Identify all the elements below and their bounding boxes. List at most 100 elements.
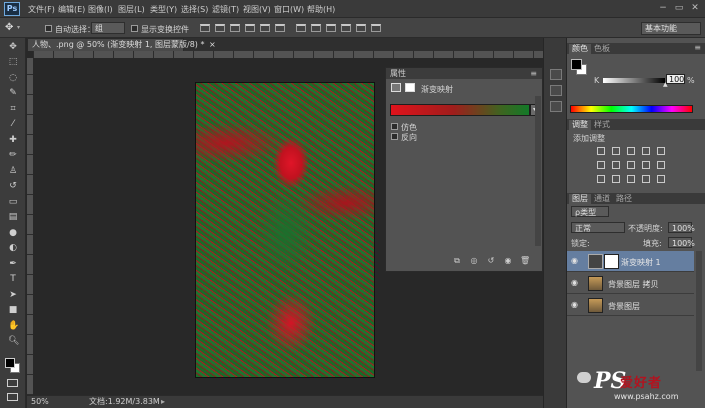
menu-file[interactable]: 文件(F) [28,4,55,15]
vibrance-icon[interactable] [657,147,665,155]
properties-panel-header[interactable]: 属性 ≡ [386,68,542,79]
curves-icon[interactable] [627,147,635,155]
tab-styles[interactable]: 样式 [591,120,613,130]
blend-mode-dropdown[interactable]: 正常 [571,222,625,233]
eye-icon[interactable]: ◉ [571,279,579,287]
lasso-tool-icon[interactable]: ◌ [8,73,18,83]
marquee-tool-icon[interactable]: ⬚ [8,57,18,67]
auto-select-dropdown[interactable]: 组 [91,22,125,34]
eyedropper-tool-icon[interactable]: ⁄ [8,119,18,129]
dodge-tool-icon[interactable]: ◐ [8,243,18,253]
distribute-right-icon[interactable] [371,24,381,32]
layer-mask-icon[interactable] [405,83,415,92]
screen-mode-icon[interactable] [7,393,18,401]
layers-scrollbar[interactable] [696,251,702,371]
layer-row[interactable]: ◉ 背景图层 拷贝 [567,273,694,294]
show-transform-checkbox[interactable] [131,25,138,32]
align-right-icon[interactable] [275,24,285,32]
hand-tool-icon[interactable]: ✋ [8,321,19,331]
brush-tool-icon[interactable]: ✏ [8,150,18,160]
crop-tool-icon[interactable]: ⌗ [8,104,18,114]
menu-help[interactable]: 帮助(H) [307,4,335,15]
gradient-bar[interactable] [390,104,530,116]
history-brush-tool-icon[interactable]: ↺ [8,181,18,191]
path-selection-tool-icon[interactable]: ➤ [8,290,18,300]
distribute-bottom-icon[interactable] [326,24,336,32]
align-bottom-icon[interactable] [230,24,240,32]
distribute-hcenter-icon[interactable] [356,24,366,32]
layer-row[interactable]: ◉ 渐变映射 1 [567,251,694,272]
clip-to-layer-icon[interactable]: ⧉ [452,256,462,265]
tool-preset-chevron-icon[interactable]: ▾ [17,24,20,31]
black-white-icon[interactable] [627,161,635,169]
menu-view[interactable]: 视图(V) [243,4,271,15]
reverse-checkbox[interactable] [391,133,398,140]
tab-channels[interactable]: 通道 [591,194,613,204]
type-tool-icon[interactable]: T [8,274,18,284]
reset-icon[interactable]: ↺ [486,256,496,265]
minimize-button[interactable]: − [657,3,669,14]
actions-panel-icon[interactable] [550,85,562,96]
history-panel-icon[interactable] [550,69,562,80]
view-previous-state-icon[interactable]: ◎ [469,256,479,265]
color-spectrum[interactable] [570,105,693,113]
invert-icon[interactable] [597,175,605,183]
hue-saturation-icon[interactable] [597,161,605,169]
distribute-left-icon[interactable] [341,24,351,32]
eye-icon[interactable]: ◉ [571,257,579,265]
gradient-tool-icon[interactable]: ▤ [8,212,18,222]
exposure-icon[interactable] [642,147,650,155]
menu-select[interactable]: 选择(S) [181,4,208,15]
quick-select-tool-icon[interactable]: ✎ [8,88,18,98]
brightness-contrast-icon[interactable] [597,147,605,155]
zoom-tool-icon[interactable]: 🔍︎ [8,336,19,346]
menu-type[interactable]: 类型(Y) [150,4,177,15]
layer-filter-dropdown[interactable]: ρ类型 [571,206,609,217]
panel-menu-icon[interactable]: ≡ [530,68,537,79]
k-value-field[interactable]: 100 [666,74,685,84]
quick-mask-icon[interactable] [7,379,18,387]
levels-icon[interactable] [612,147,620,155]
tab-layers[interactable]: 图层 [569,194,591,204]
move-tool-icon[interactable]: ✥ [8,42,18,52]
align-top-icon[interactable] [200,24,210,32]
healing-brush-tool-icon[interactable]: ✚ [8,135,18,145]
selective-color-icon[interactable] [657,175,665,183]
distribute-top-icon[interactable] [296,24,306,32]
document-image[interactable] [195,82,375,378]
move-tool-icon[interactable]: ✥ [5,22,13,33]
photo-filter-icon[interactable] [642,161,650,169]
gradient-map-icon[interactable] [642,175,650,183]
eraser-tool-icon[interactable]: ▭ [8,197,18,207]
layer-mask-thumbnail[interactable] [604,254,619,269]
align-vcenter-icon[interactable] [215,24,225,32]
maximize-button[interactable]: ▭ [673,3,685,14]
menu-window[interactable]: 窗口(W) [274,4,304,15]
menu-filter[interactable]: 滤镜(T) [212,4,239,15]
threshold-icon[interactable] [627,175,635,183]
align-left-icon[interactable] [245,24,255,32]
auto-select-checkbox[interactable] [45,25,52,32]
workspace-dropdown[interactable]: 基本功能 [641,22,701,35]
opacity-field[interactable]: 100% [668,222,695,233]
tab-paths[interactable]: 路径 [613,194,635,204]
tab-color[interactable]: 颜色 [569,44,591,54]
zoom-level[interactable]: 50% [31,396,49,408]
pen-tool-icon[interactable]: ✒ [8,259,18,269]
align-hcenter-icon[interactable] [260,24,270,32]
dither-checkbox[interactable] [391,123,398,130]
foreground-swatch[interactable] [571,59,582,70]
menu-image[interactable]: 图像(I) [88,4,113,15]
k-slider[interactable] [603,78,665,83]
menu-layer[interactable]: 图层(L) [118,4,145,15]
channel-mixer-icon[interactable] [657,161,665,169]
status-arrow-icon[interactable]: ▸ [161,396,165,408]
blur-tool-icon[interactable]: ● [8,228,18,238]
close-button[interactable]: ✕ [689,3,701,14]
tab-swatches[interactable]: 色板 [591,44,613,54]
layer-row[interactable]: ◉ 背景图层 [567,295,694,316]
document-tab-close-icon[interactable]: × [209,40,216,49]
menu-edit[interactable]: 编辑(E) [58,4,85,15]
eye-icon[interactable]: ◉ [571,301,579,309]
visibility-icon[interactable]: ◉ [503,256,513,265]
